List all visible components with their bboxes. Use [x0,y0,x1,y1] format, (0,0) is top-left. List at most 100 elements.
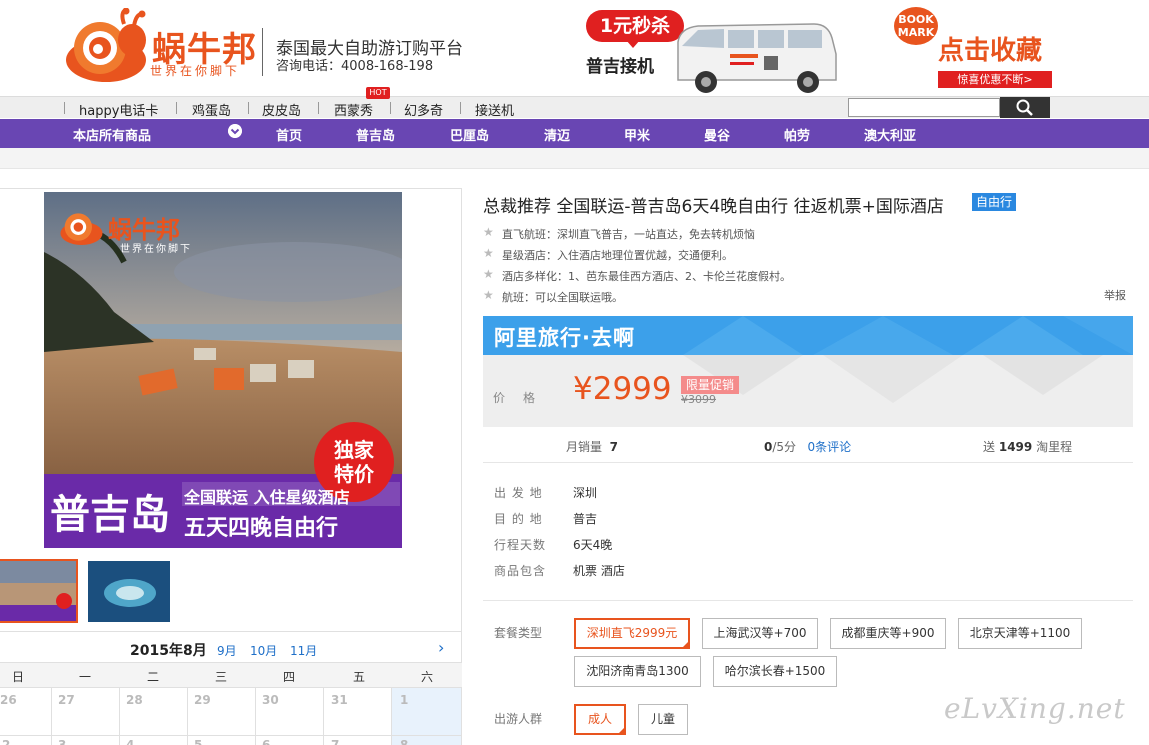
monthly-sales: 月销量 7 [566,438,618,455]
feature-item: 直飞航班：深圳直飞普吉，一站直达，免去转机烦恼 [502,228,755,241]
info-label: 目 的 地 [494,512,543,526]
points-suffix: 淘里程 [1036,440,1073,454]
calendar-month-link[interactable]: 9月 [217,642,237,659]
poster-badge-line2: 特价 [334,462,374,486]
star-icon: ★ [483,246,494,260]
info-label: 出 发 地 [494,486,543,500]
calendar-current-month: 2015年8月 [130,643,207,659]
logo-slogan: 世界在你脚下 [150,64,241,78]
calendar-weekday: 日 [12,670,25,684]
nav-separator [318,102,319,114]
current-price: ¥2999 [573,371,672,407]
mainnav-item-phuket[interactable]: 普吉岛 [356,125,395,144]
feature-item: 酒店多样化：1、芭东最佳西方酒店、2、卡伦兰花度假村。 [502,270,791,283]
info-label: 商品包含 [494,564,547,578]
reviews-link[interactable]: 0条评论 [808,440,852,454]
topnav-item-sim-card[interactable]: happy电话卡 [79,100,158,119]
promo-tag: 限量促销 [681,376,740,394]
search-button[interactable] [1000,97,1050,118]
calendar-day-number: 30 [262,693,279,707]
thumbnail-island-icon [88,561,170,622]
mainnav-item-krabi[interactable]: 甲米 [624,125,650,144]
thumbnail-1[interactable] [0,559,78,623]
traveler-option-selected[interactable]: 成人 [574,704,626,735]
mainnav-item-palau[interactable]: 帕劳 [784,125,810,144]
section-divider [483,600,1133,601]
feature-item: 星级酒店：入住酒店地理位置优越，交通便利。 [502,249,733,262]
bookmark-subtitle[interactable]: 惊喜优惠不断> [938,71,1052,88]
calendar-day-number: 7 [331,738,340,745]
calendar-day-number: 27 [58,693,75,707]
info-label: 行程天数 [494,538,547,552]
calendar-day-number: 29 [194,693,211,707]
calendar-day-number: 31 [331,693,348,707]
mainnav-item-bangkok[interactable]: 曼谷 [704,125,730,144]
calendar-month-link[interactable]: 11月 [290,642,317,659]
package-option-selected[interactable]: 深圳直飞2999元 [574,618,690,649]
poster-line1: 全国联运 入住星级酒店 [184,488,350,507]
van-image-icon[interactable] [664,14,842,98]
alitrip-banner-text: 阿里旅行·去啊 [494,326,635,350]
price-label: 价格 [493,391,554,405]
poster-big-title: 普吉岛 [50,492,170,538]
calendar-weekday: 三 [215,670,228,684]
mainnav-item-chiang-mai[interactable]: 清迈 [544,125,570,144]
nav-separator [64,102,65,114]
package-option[interactable]: 哈尔滨长春+1500 [713,656,837,687]
topnav-item-egg-island[interactable]: 鸡蛋岛 [192,100,231,119]
package-option[interactable]: 成都重庆等+900 [830,618,946,649]
calendar-weekday: 二 [147,670,160,684]
calendar-weekday-row [0,662,462,688]
site-watermark: eLvXing.net [944,692,1126,725]
main-nav-bar: 本店所有商品 首页 普吉岛 巴厘岛 清迈 甲米 曼谷 帕劳 澳大利亚 [0,119,1149,148]
calendar-day-number: 26 [0,693,17,707]
original-price: ¥3099 [681,393,716,406]
package-option[interactable]: 上海武汉等+700 [702,618,818,649]
calendar-day-number: 4 [126,738,135,745]
info-value: 机票 酒店 [573,564,625,578]
bookmark-badge[interactable]: BOOK MARK [894,7,938,45]
calendar-day-number: 6 [262,738,271,745]
snail-logo-icon[interactable] [62,8,152,84]
thumbnail-beach-icon [0,561,76,621]
airport-pickup-ad-text[interactable]: 普吉接机 [586,52,654,77]
store-all-products[interactable]: 本店所有商品 [73,125,151,144]
hotline-text: 咨询电话：4008-168-198 [276,59,434,74]
package-option[interactable]: 沈阳济南青岛1300 [574,656,701,687]
calendar-weekday: 五 [353,670,366,684]
breadcrumb-band [0,148,1149,169]
chevron-right-icon[interactable]: › [438,638,444,657]
rating-suffix: /5分 [772,440,797,454]
product-type-tag: 自由行 [972,193,1017,211]
points-prefix: 送 [983,440,996,454]
poster-logo-sub: 世界在你脚下 [120,244,192,255]
search-input[interactable] [848,98,1000,117]
bookmark-title[interactable]: 点击收藏 [938,30,1042,67]
topnav-item-fantasea[interactable]: 幻多奇 [404,100,443,119]
poster-snail-icon [60,213,103,245]
traveler-option[interactable]: 儿童 [638,704,688,735]
mainnav-item-home[interactable]: 首页 [276,125,302,144]
rating: 0/5分 0条评论 [764,438,851,455]
topnav-item-phi-phi[interactable]: 皮皮岛 [262,100,301,119]
poster-line2: 五天四晚自由行 [184,516,339,541]
package-option[interactable]: 北京天津等+1100 [958,618,1082,649]
header-divider [262,28,263,76]
calendar-weekday: 四 [283,670,296,684]
nav-separator [248,102,249,114]
bubble-tail [626,40,640,48]
mainnav-item-australia[interactable]: 澳大利亚 [864,125,916,144]
product-title: 总裁推荐 全国联运-普吉岛6天4晚自由行 往返机票+国际酒店 [483,197,944,217]
report-link[interactable]: 举报 [1104,287,1126,303]
info-value: 普吉 [573,512,598,526]
chevron-down-icon[interactable] [228,124,242,138]
calendar-weekday: 六 [421,670,434,684]
monthly-sales-label: 月销量 [566,440,603,454]
topnav-item-transfer[interactable]: 接送机 [475,100,514,119]
calendar-month-link[interactable]: 10月 [250,642,277,659]
product-main-image[interactable]: 蜗牛邦 世界在你脚下 独家 特价 普吉岛 全国联运 入住星级酒店 五天四晚自由行 [44,192,414,548]
thumbnail-2[interactable] [88,561,170,622]
poster-badge-line1: 独家 [334,438,374,462]
topnav-item-simon-show[interactable]: 西蒙秀 [334,100,373,119]
mainnav-item-bali[interactable]: 巴厘岛 [450,125,489,144]
